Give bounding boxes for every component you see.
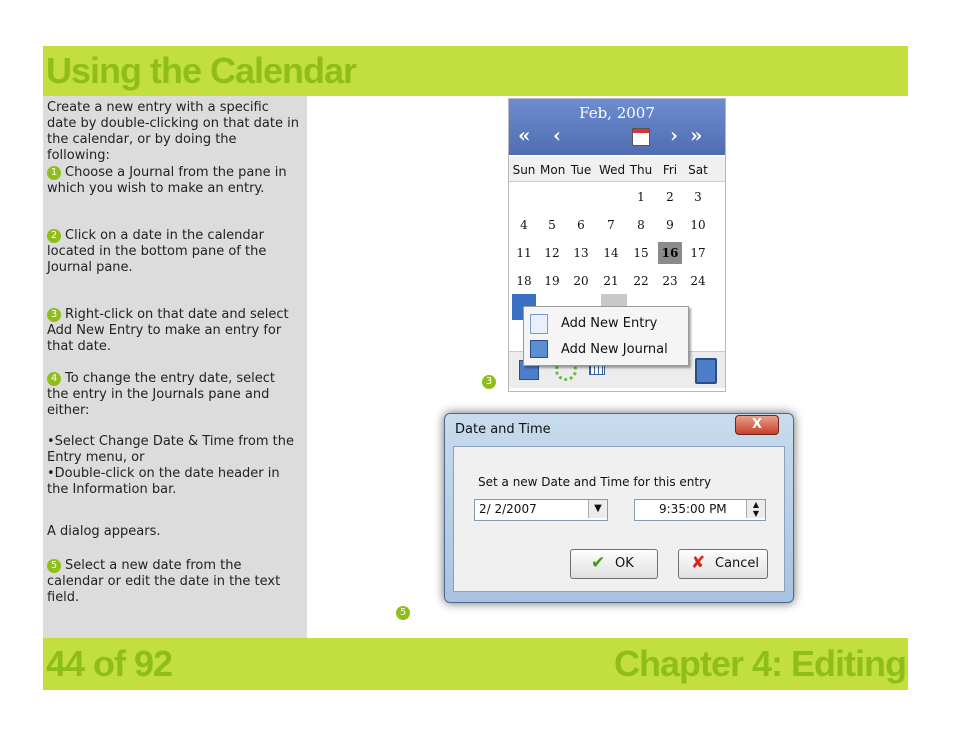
weekday-label: Sun bbox=[512, 163, 536, 177]
day-cell[interactable]: 2 bbox=[658, 186, 682, 208]
step-text: To change the entry date, select the ent… bbox=[47, 371, 275, 418]
close-button[interactable]: X bbox=[735, 415, 779, 435]
weekday-label: Mon bbox=[540, 163, 566, 177]
day-cell[interactable]: 13 bbox=[569, 242, 593, 264]
prev-month-button[interactable]: ‹ bbox=[553, 123, 561, 147]
panel-icon[interactable] bbox=[695, 358, 717, 384]
weekday-label: Wed bbox=[599, 163, 626, 177]
calendar-today-icon[interactable] bbox=[632, 128, 650, 146]
step-text: Right-click on that date and select Add … bbox=[47, 307, 289, 354]
day-cell[interactable]: 24 bbox=[686, 270, 710, 292]
step-2: 2 Click on a date in the calendar located… bbox=[47, 228, 299, 276]
step-text: Click on a date in the calendar located … bbox=[47, 228, 267, 275]
dialog-body: Set a new Date and Time for this entry 2… bbox=[453, 446, 785, 592]
step-number-5: 5 bbox=[47, 558, 61, 573]
date-field[interactable]: 2/ 2/2007 ▼ bbox=[474, 499, 608, 521]
time-field[interactable]: 9:35:00 PM ▲ ▼ bbox=[634, 499, 766, 521]
dialog-title: Date and Time bbox=[455, 422, 551, 437]
day-cell[interactable]: 14 bbox=[599, 242, 623, 264]
ok-label: OK bbox=[615, 556, 634, 571]
check-icon: ✔ bbox=[591, 553, 606, 573]
day-cell[interactable]: 12 bbox=[540, 242, 564, 264]
prev-year-button[interactable]: « bbox=[518, 123, 531, 147]
day-cell[interactable]: 1 bbox=[629, 186, 653, 208]
callout-5: 5 bbox=[396, 606, 410, 620]
menu-item-add-new-journal[interactable]: Add New Journal bbox=[561, 342, 668, 357]
context-menu: Add New Entry Add New Journal bbox=[523, 306, 689, 366]
day-cell[interactable]: 3 bbox=[686, 186, 710, 208]
page-title: Using the Calendar bbox=[46, 50, 357, 91]
cancel-x-icon: ✘ bbox=[691, 553, 706, 573]
date-value: 2/ 2/2007 bbox=[479, 502, 537, 516]
day-cell[interactable]: 7 bbox=[599, 214, 623, 236]
calendar-header: Feb, 2007 « ‹ › » bbox=[509, 99, 725, 155]
day-cell[interactable]: 11 bbox=[512, 242, 536, 264]
day-cell[interactable]: 20 bbox=[569, 270, 593, 292]
step-1: 1 Choose a Journal from the pane in which… bbox=[47, 165, 299, 197]
page-number: 44 of 92 bbox=[46, 643, 173, 684]
day-cell[interactable]: 4 bbox=[512, 214, 536, 236]
date-time-dialog: Date and Time X Set a new Date and Time … bbox=[444, 413, 794, 603]
cancel-button[interactable]: ✘ Cancel bbox=[678, 549, 768, 579]
next-year-button[interactable]: » bbox=[690, 123, 703, 147]
step-4: 4 To change the entry date, select the en… bbox=[47, 371, 299, 419]
next-month-button[interactable]: › bbox=[670, 123, 678, 147]
day-cell[interactable]: 10 bbox=[686, 214, 710, 236]
bullet-item: Double-click on the date header in the I… bbox=[47, 466, 299, 498]
day-cell[interactable]: 8 bbox=[629, 214, 653, 236]
day-cell[interactable]: 23 bbox=[658, 270, 682, 292]
day-cell[interactable]: 19 bbox=[540, 270, 564, 292]
dialog-note: A dialog appears. bbox=[47, 524, 161, 539]
step-number-2: 2 bbox=[47, 228, 61, 243]
day-cell[interactable]: 17 bbox=[686, 242, 710, 264]
ok-button[interactable]: ✔ OK bbox=[570, 549, 658, 579]
weekday-label: Fri bbox=[662, 163, 678, 177]
callout-3: 3 bbox=[482, 375, 496, 389]
instructions-intro: Create a new entry with a specific date … bbox=[47, 100, 299, 163]
weekday-label: Sat bbox=[688, 163, 708, 177]
weekday-label: Tue bbox=[570, 163, 592, 177]
day-cell[interactable]: 9 bbox=[658, 214, 682, 236]
bullet-item: Select Change Date & Time from the Entry… bbox=[47, 434, 299, 466]
menu-item-add-new-entry[interactable]: Add New Entry bbox=[561, 316, 657, 331]
day-cell[interactable]: 21 bbox=[599, 270, 623, 292]
day-cell[interactable]: 5 bbox=[540, 214, 564, 236]
add-entry-menu-icon bbox=[530, 314, 548, 334]
dropdown-arrow-icon[interactable]: ▼ bbox=[588, 500, 607, 518]
calendar-month: Feb, 2007 bbox=[579, 104, 655, 122]
day-cell[interactable]: 22 bbox=[629, 270, 653, 292]
cancel-label: Cancel bbox=[715, 556, 760, 571]
time-value: 9:35:00 PM bbox=[659, 502, 727, 516]
dialog-prompt: Set a new Date and Time for this entry bbox=[478, 475, 712, 489]
add-journal-menu-icon bbox=[530, 340, 548, 358]
chapter-title: Chapter 4: Editing bbox=[613, 643, 907, 684]
spinner-icon[interactable]: ▲ ▼ bbox=[746, 500, 765, 518]
calendar-widget: Feb, 2007 « ‹ › » Add New Entry Add New … bbox=[508, 98, 726, 392]
step-number-1: 1 bbox=[47, 165, 61, 180]
day-cell[interactable]: 15 bbox=[629, 242, 653, 264]
step-number-4: 4 bbox=[47, 371, 61, 386]
step-number-3: 3 bbox=[47, 307, 61, 322]
step-text: Choose a Journal from the pane in which … bbox=[47, 165, 287, 196]
instructions-pane: Create a new entry with a specific date … bbox=[43, 96, 307, 638]
step-text: Select a new date from the calendar or e… bbox=[47, 558, 281, 605]
day-cell[interactable]: 6 bbox=[569, 214, 593, 236]
step-5: 5 Select a new date from the calendar or … bbox=[47, 558, 299, 606]
step-3: 3 Right-click on that date and select Add… bbox=[47, 307, 299, 355]
weekday-label: Thu bbox=[629, 163, 653, 177]
today-cell[interactable]: 16 bbox=[658, 242, 682, 264]
day-cell[interactable]: 18 bbox=[512, 270, 536, 292]
